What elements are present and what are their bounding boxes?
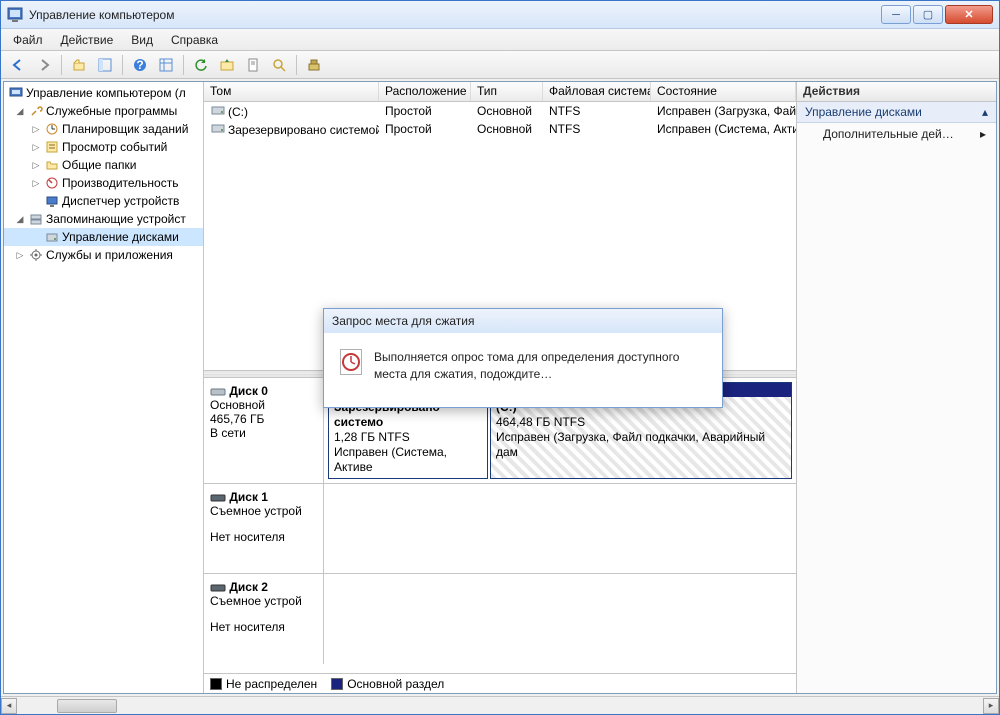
search-button[interactable] [268, 54, 290, 76]
legend: Не распределен Основной раздел [204, 673, 796, 693]
tree-shared-folders[interactable]: ▷ Общие папки [4, 156, 203, 174]
refresh-button[interactable] [190, 54, 212, 76]
scroll-right-button[interactable]: ▸ [983, 698, 999, 714]
disk-icon [210, 384, 226, 398]
actions-pane: Действия Управление дисками ▴ Дополнител… [796, 82, 996, 693]
expand-icon[interactable]: ▷ [30, 160, 42, 171]
folder-icon [44, 157, 60, 173]
expand-icon[interactable]: ▷ [30, 142, 42, 153]
show-hide-tree-button[interactable] [94, 54, 116, 76]
removable-icon [210, 490, 226, 504]
tree-disk-management[interactable]: Управление дисками [4, 228, 203, 246]
window-title: Управление компьютером [29, 8, 881, 22]
legend-primary-swatch [331, 678, 343, 690]
col-fs[interactable]: Файловая система [543, 82, 651, 101]
tree-device-manager[interactable]: Диспетчер устройств [4, 192, 203, 210]
col-status[interactable]: Состояние [651, 82, 796, 101]
volume-row[interactable]: (C:) Простой Основной NTFS Исправен (Заг… [204, 102, 796, 120]
disk-graphical-view[interactable]: Диск 0 Основной 465,76 ГБ В сети Зарезер… [204, 378, 796, 673]
chevron-right-icon: ▸ [980, 127, 986, 141]
event-icon [44, 139, 60, 155]
expand-icon[interactable]: ▷ [30, 178, 42, 189]
settings-button[interactable] [303, 54, 325, 76]
wait-icon [340, 349, 362, 375]
maximize-button[interactable]: ▢ [913, 5, 943, 24]
disk-info[interactable]: Диск 0 Основной 465,76 ГБ В сети [204, 378, 324, 483]
collapse-icon[interactable]: ◢ [14, 214, 26, 225]
disk-info[interactable]: Диск 2 Съемное устрой Нет носителя [204, 574, 324, 664]
shrink-query-dialog: Запрос места для сжатия Выполняется опро… [323, 308, 723, 408]
device-icon [44, 193, 60, 209]
col-volume[interactable]: Том [204, 82, 379, 101]
tree-pane[interactable]: Управление компьютером (л ◢ Служебные пр… [4, 82, 204, 693]
collapse-icon[interactable]: ▴ [982, 105, 988, 119]
svg-text:?: ? [136, 58, 143, 72]
dialog-title[interactable]: Запрос места для сжатия [324, 309, 722, 333]
col-type[interactable]: Тип [471, 82, 543, 101]
forward-button[interactable] [33, 54, 55, 76]
action-more[interactable]: Дополнительные дей… ▸ [797, 123, 996, 145]
volume-row[interactable]: Зарезервировано системой Простой Основно… [204, 120, 796, 138]
tree-storage[interactable]: ◢ Запоминающие устройст [4, 210, 203, 228]
collapse-icon[interactable]: ◢ [14, 106, 26, 117]
dialog-message: Выполняется опрос тома для определения д… [374, 349, 706, 383]
scroll-thumb[interactable] [57, 699, 117, 713]
tree-event-viewer[interactable]: ▷ Просмотр событий [4, 138, 203, 156]
app-window: Управление компьютером ─ ▢ ✕ Файл Действ… [0, 0, 1000, 715]
actions-section[interactable]: Управление дисками ▴ [797, 102, 996, 123]
volume-list-header[interactable]: Том Расположение Тип Файловая система Со… [204, 82, 796, 102]
app-icon [7, 7, 23, 23]
help-button[interactable]: ? [129, 54, 151, 76]
drive-icon [210, 121, 226, 135]
properties-button[interactable] [242, 54, 264, 76]
disk-info[interactable]: Диск 1 Съемное устрой Нет носителя [204, 484, 324, 573]
services-icon [28, 247, 44, 263]
scroll-left-button[interactable]: ◂ [1, 698, 17, 714]
col-layout[interactable]: Расположение [379, 82, 471, 101]
removable-icon [210, 580, 226, 594]
view-options-button[interactable] [155, 54, 177, 76]
clock-icon [44, 121, 60, 137]
back-button[interactable] [7, 54, 29, 76]
tools-icon [28, 103, 44, 119]
up-button[interactable] [68, 54, 90, 76]
tree-task-scheduler[interactable]: ▷ Планировщик заданий [4, 120, 203, 138]
disk-row: Диск 2 Съемное устрой Нет носителя [204, 574, 796, 664]
computer-icon [8, 85, 24, 101]
expand-icon[interactable]: ▷ [30, 124, 42, 135]
toolbar: ? [1, 51, 999, 79]
disk-row: Диск 1 Съемное устрой Нет носителя [204, 484, 796, 574]
menu-view[interactable]: Вид [123, 31, 161, 49]
bottom-scrollbar[interactable]: ◂ ▸ [1, 696, 999, 714]
close-button[interactable]: ✕ [945, 5, 993, 24]
tree-performance[interactable]: ▷ Производительность [4, 174, 203, 192]
actions-header: Действия [797, 82, 996, 102]
legend-unallocated-swatch [210, 678, 222, 690]
rescan-button[interactable] [216, 54, 238, 76]
menubar: Файл Действие Вид Справка [1, 29, 999, 51]
expand-icon[interactable]: ▷ [14, 250, 26, 261]
disk-icon [44, 229, 60, 245]
drive-icon [210, 103, 226, 117]
storage-icon [28, 211, 44, 227]
menu-action[interactable]: Действие [53, 31, 122, 49]
minimize-button[interactable]: ─ [881, 5, 911, 24]
menu-help[interactable]: Справка [163, 31, 226, 49]
tree-services-apps[interactable]: ▷ Службы и приложения [4, 246, 203, 264]
tree-system-tools[interactable]: ◢ Служебные программы [4, 102, 203, 120]
tree-root[interactable]: Управление компьютером (л [4, 84, 203, 102]
performance-icon [44, 175, 60, 191]
menu-file[interactable]: Файл [5, 31, 51, 49]
titlebar[interactable]: Управление компьютером ─ ▢ ✕ [1, 1, 999, 29]
